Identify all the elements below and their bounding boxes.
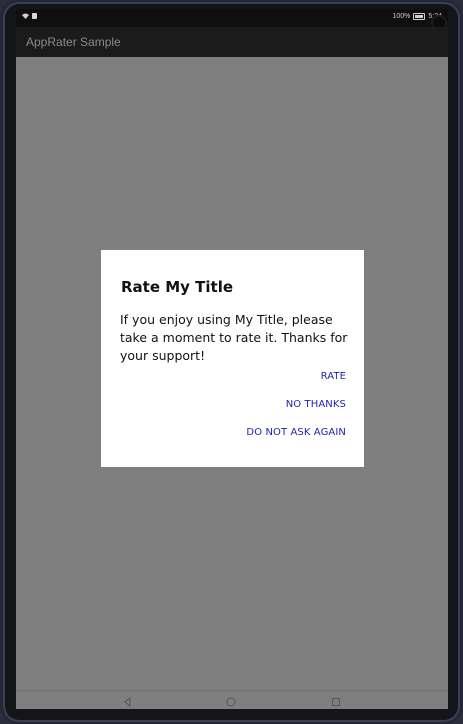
dialog-title: Rate My Title xyxy=(121,278,234,296)
battery-icon xyxy=(413,13,426,20)
recents-icon[interactable] xyxy=(330,695,342,707)
back-icon[interactable] xyxy=(122,695,134,708)
app-title: AppRater Sample xyxy=(26,35,121,49)
status-bar: 100% 5:24 xyxy=(16,9,448,29)
no-thanks-button[interactable]: NO THANKS xyxy=(286,399,346,410)
battery-percent: 100% xyxy=(392,13,411,20)
rate-dialog: Rate My Title If you enjoy using My Titl… xyxy=(101,250,364,467)
do-not-ask-again-button[interactable]: DO NOT ASK AGAIN xyxy=(246,427,346,438)
home-icon[interactable] xyxy=(225,695,237,707)
navigation-bar xyxy=(16,690,448,709)
rate-button[interactable]: RATE xyxy=(321,371,346,382)
status-left xyxy=(22,13,37,19)
sim-icon xyxy=(32,13,37,19)
wifi-icon xyxy=(22,13,29,19)
dialog-message: If you enjoy using My Title, please take… xyxy=(120,312,348,363)
app-bar: AppRater Sample xyxy=(16,27,448,57)
